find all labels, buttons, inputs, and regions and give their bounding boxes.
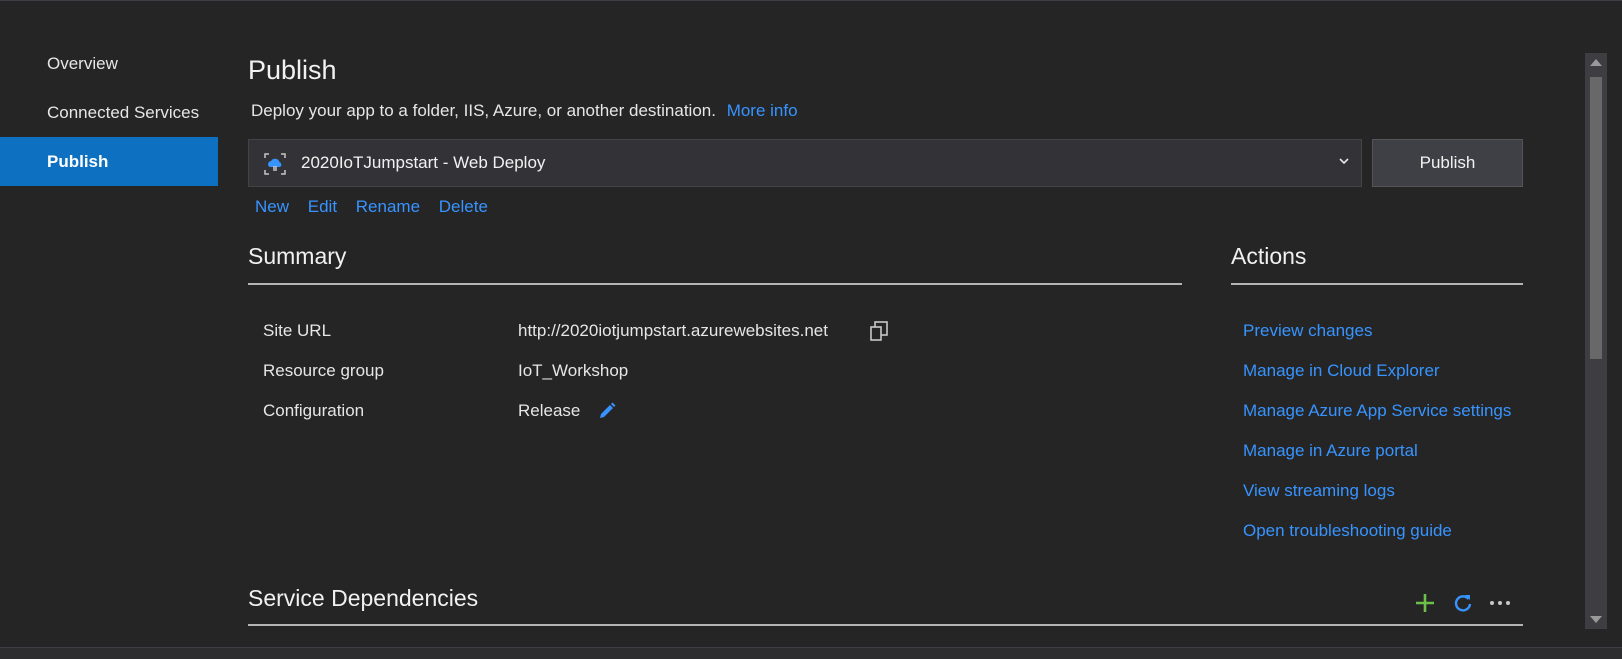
copy-icon[interactable] bbox=[868, 320, 890, 342]
sidebar-item-connected-services[interactable]: Connected Services bbox=[0, 88, 218, 137]
resource-group-label: Resource group bbox=[263, 361, 384, 380]
actions-divider bbox=[1231, 283, 1523, 285]
edit-profile-link[interactable]: Edit bbox=[308, 197, 337, 216]
troubleshooting-guide-link[interactable]: Open troubleshooting guide bbox=[1243, 521, 1452, 541]
summary-title: Summary bbox=[248, 243, 347, 269]
view-streaming-logs-link[interactable]: View streaming logs bbox=[1243, 481, 1395, 501]
configuration-value: Release bbox=[518, 401, 581, 420]
site-url-link[interactable]: http://2020iotjumpstart.azurewebsites.ne… bbox=[518, 321, 828, 341]
pencil-icon[interactable] bbox=[597, 401, 617, 421]
scroll-down-arrow-icon[interactable] bbox=[1590, 616, 1602, 623]
site-url-label: Site URL bbox=[263, 321, 332, 340]
manage-azure-portal-link[interactable]: Manage in Azure portal bbox=[1243, 441, 1418, 461]
more-info-link[interactable]: More info bbox=[727, 101, 798, 120]
service-dependencies-title: Service Dependencies bbox=[248, 585, 479, 611]
profile-actions: New Edit Rename Delete bbox=[255, 197, 502, 217]
scroll-up-arrow-icon[interactable] bbox=[1590, 59, 1602, 66]
rename-profile-link[interactable]: Rename bbox=[356, 197, 420, 216]
sidebar-item-publish[interactable]: Publish bbox=[0, 137, 218, 186]
sidebar: Overview Connected Services Publish bbox=[0, 39, 218, 186]
manage-app-service-settings-link[interactable]: Manage Azure App Service settings bbox=[1243, 401, 1511, 421]
more-icon[interactable] bbox=[1489, 593, 1511, 613]
dependencies-divider bbox=[248, 624, 1523, 626]
subtitle-text: Deploy your app to a folder, IIS, Azure,… bbox=[251, 101, 716, 120]
publish-button[interactable]: Publish bbox=[1372, 139, 1523, 187]
summary-divider bbox=[248, 283, 1182, 285]
resource-group-value: IoT_Workshop bbox=[518, 361, 629, 380]
page-subtitle: Deploy your app to a folder, IIS, Azure,… bbox=[251, 101, 798, 121]
publish-page: Overview Connected Services Publish Publ… bbox=[0, 0, 1622, 659]
refresh-icon[interactable] bbox=[1452, 592, 1474, 614]
page-title: Publish bbox=[248, 55, 337, 85]
new-profile-link[interactable]: New bbox=[255, 197, 289, 216]
chevron-down-icon bbox=[1339, 158, 1349, 165]
azure-web-deploy-icon bbox=[264, 153, 286, 175]
actions-title: Actions bbox=[1231, 243, 1307, 269]
configuration-label: Configuration bbox=[263, 401, 365, 420]
selected-profile: 2020IoTJumpstart - Web Deploy bbox=[301, 153, 546, 172]
publish-profile-dropdown[interactable]: 2020IoTJumpstart - Web Deploy bbox=[248, 139, 1362, 187]
bottom-border bbox=[0, 647, 1622, 659]
preview-changes-link[interactable]: Preview changes bbox=[1243, 321, 1372, 341]
delete-profile-link[interactable]: Delete bbox=[439, 197, 488, 216]
plus-icon[interactable] bbox=[1414, 592, 1436, 614]
sidebar-item-overview[interactable]: Overview bbox=[0, 39, 218, 88]
vertical-scrollbar[interactable] bbox=[1585, 53, 1607, 629]
scroll-thumb[interactable] bbox=[1590, 77, 1602, 359]
manage-cloud-explorer-link[interactable]: Manage in Cloud Explorer bbox=[1243, 361, 1440, 381]
